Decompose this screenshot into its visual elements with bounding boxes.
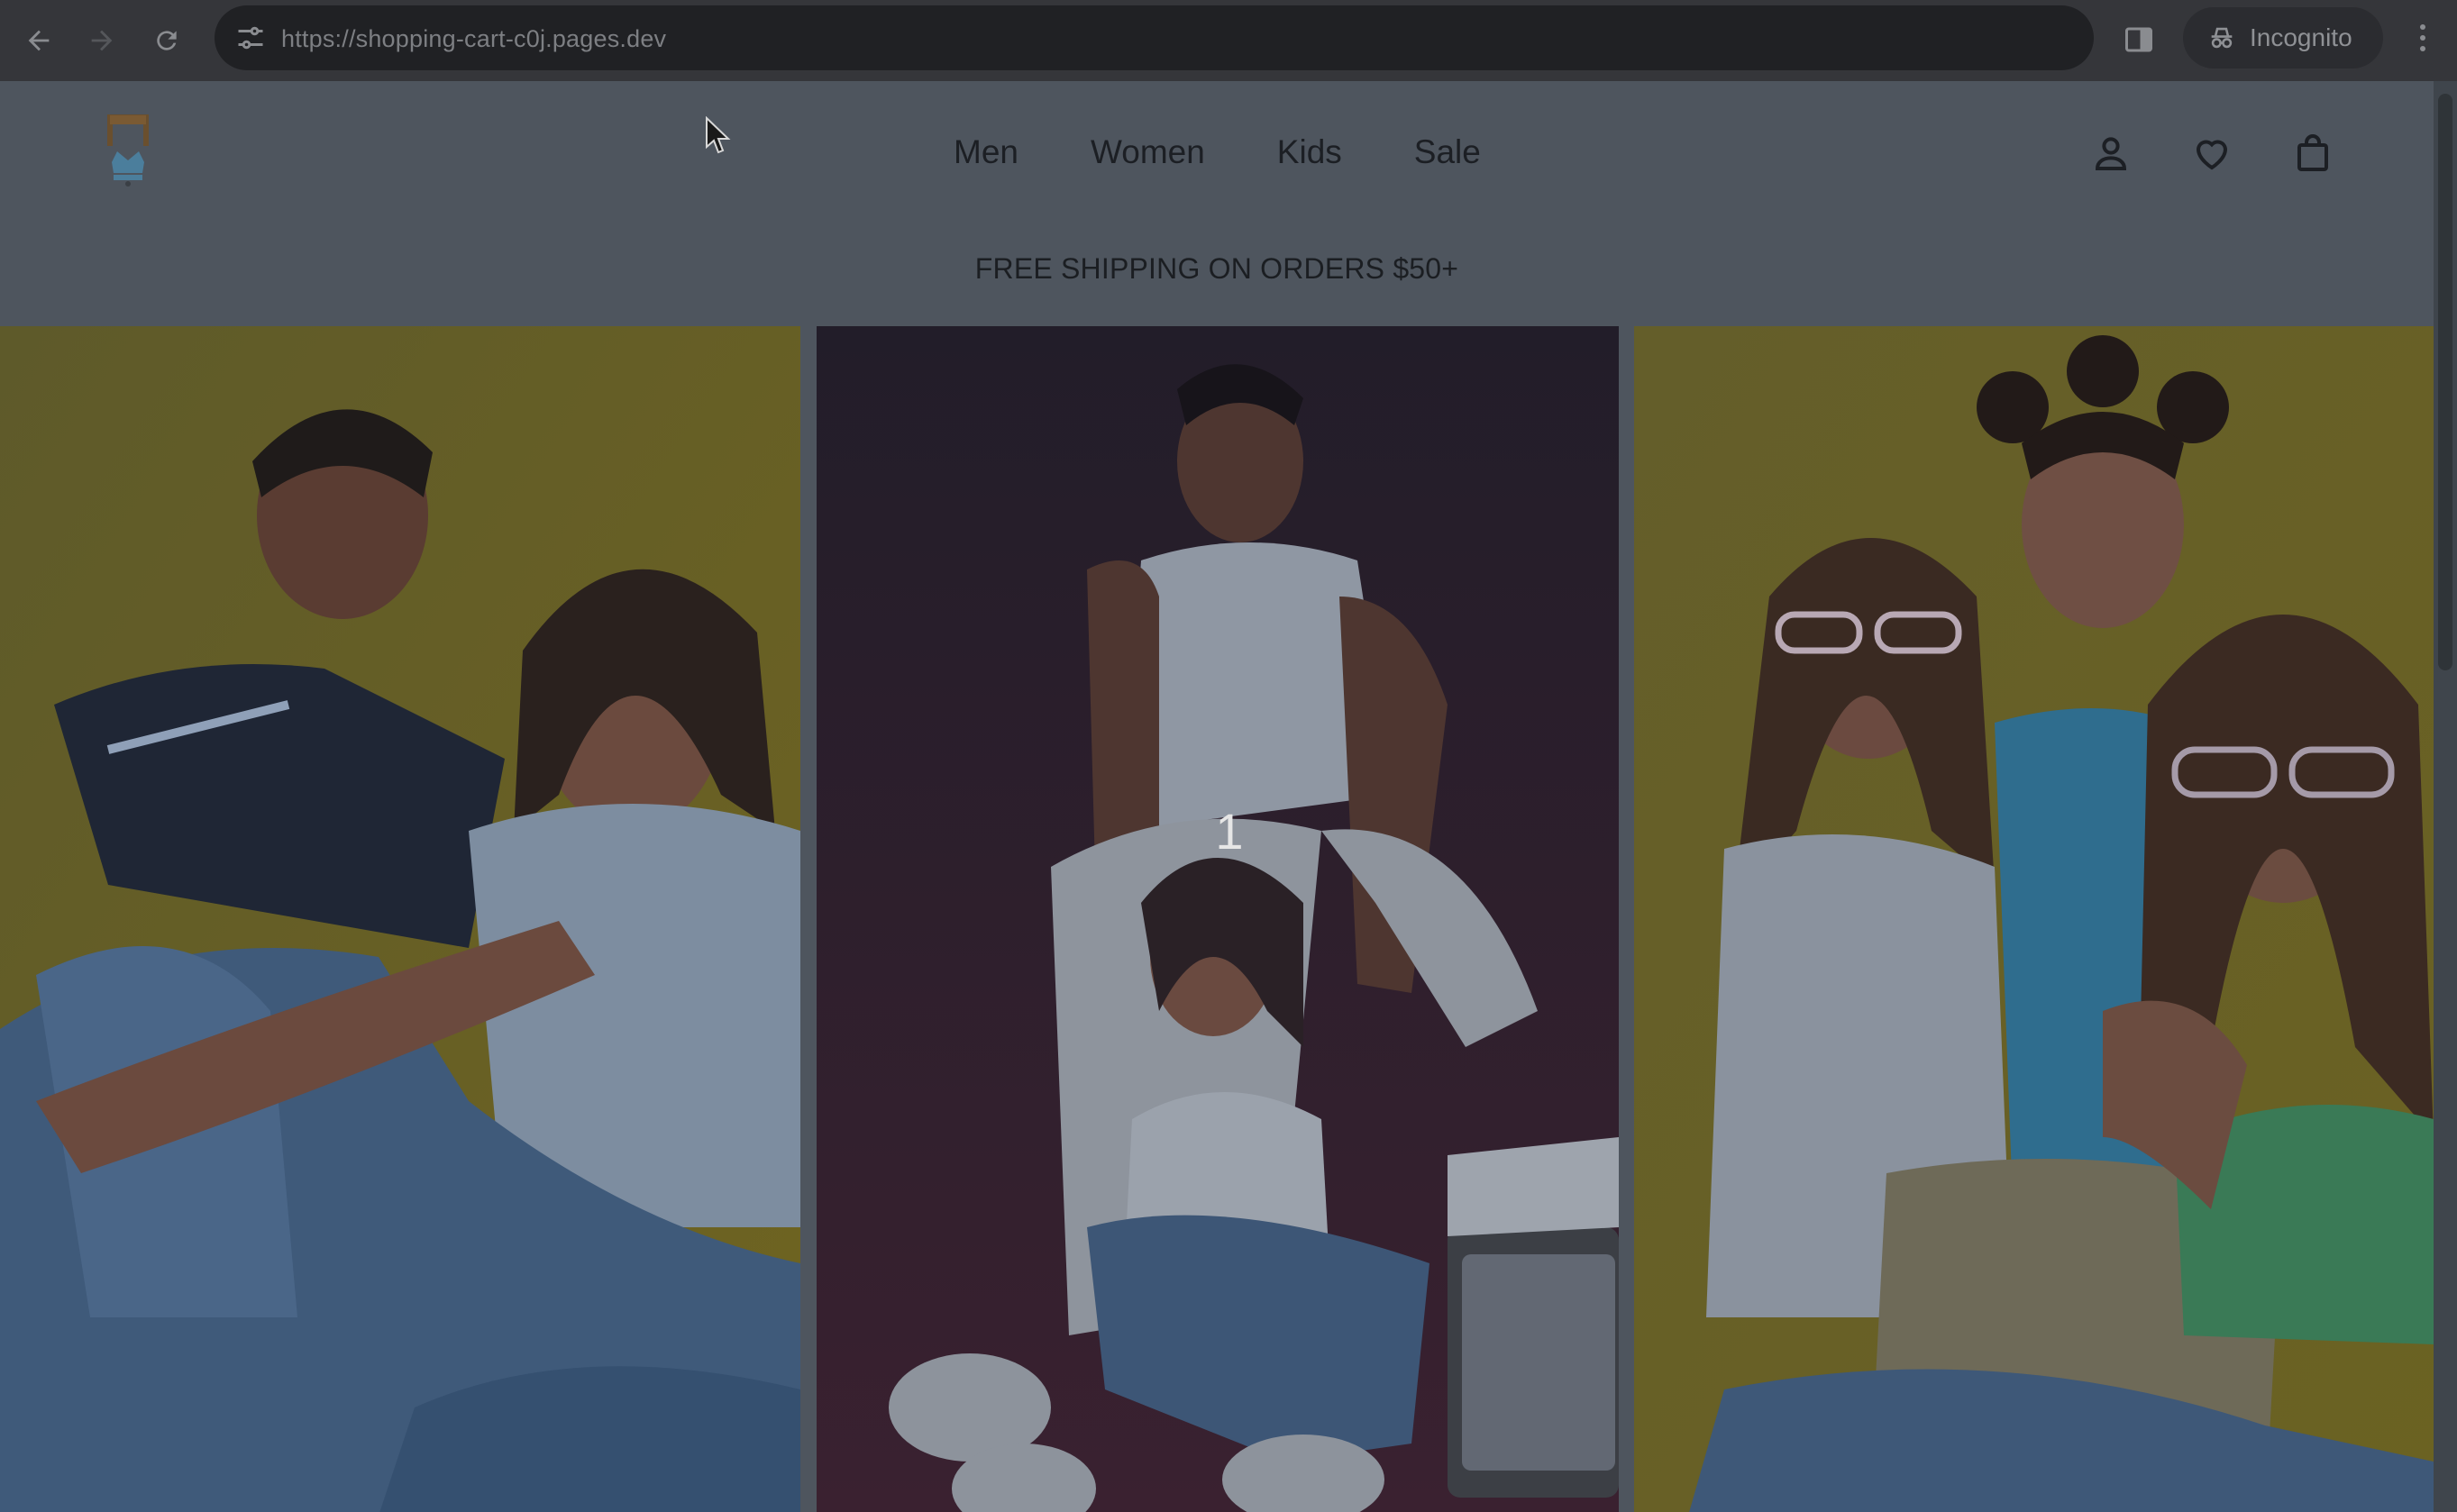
- url-text[interactable]: https://shopping-cart-c0j.pages.dev: [281, 25, 666, 53]
- scrollbar-thumb[interactable]: [2438, 94, 2452, 670]
- incognito-label: Incognito: [2250, 23, 2352, 51]
- promo-banner: FREE SHIPPING ON ORDERS $50+: [974, 252, 1459, 285]
- page-viewport: Men Women Kids Sale FREE SHIPPING ON ORD…: [0, 81, 2457, 1512]
- nav-kids-link[interactable]: Kids: [1277, 133, 1342, 171]
- side-panel-icon[interactable]: [2123, 23, 2155, 56]
- incognito-icon: [2206, 23, 2237, 53]
- group-on-dark-red-photo: [817, 326, 1619, 1512]
- heart-icon[interactable]: [2190, 132, 2233, 175]
- address-bar[interactable]: https://shopping-cart-c0j.pages.dev: [215, 5, 2094, 70]
- tune-icon[interactable]: [234, 22, 267, 54]
- slide-number: 1: [1215, 803, 1244, 860]
- back-icon[interactable]: [18, 20, 59, 61]
- more-vert-icon[interactable]: [2412, 20, 2434, 56]
- page-scrollbar[interactable]: [2434, 81, 2457, 1512]
- nav-women-link[interactable]: Women: [1091, 133, 1205, 171]
- shopping-bag-icon[interactable]: [2291, 132, 2334, 175]
- browser-toolbar: https://shopping-cart-c0j.pages.dev Inco…: [0, 0, 2457, 81]
- user-icon[interactable]: [2089, 132, 2133, 175]
- reload-icon[interactable]: [146, 20, 187, 61]
- couple-on-yellow-photo: [0, 326, 800, 1512]
- nav-men-link[interactable]: Men: [954, 133, 1018, 171]
- crown-bag-logo[interactable]: [101, 108, 155, 189]
- incognito-badge[interactable]: Incognito: [2183, 7, 2383, 68]
- forward-icon[interactable]: [81, 20, 123, 61]
- main-navigation: Men Women Kids Sale: [954, 133, 1553, 171]
- nav-sale-link[interactable]: Sale: [1414, 133, 1481, 171]
- mouse-cursor-icon: [704, 115, 731, 156]
- three-friends-on-yellow-photo: [1634, 326, 2434, 1512]
